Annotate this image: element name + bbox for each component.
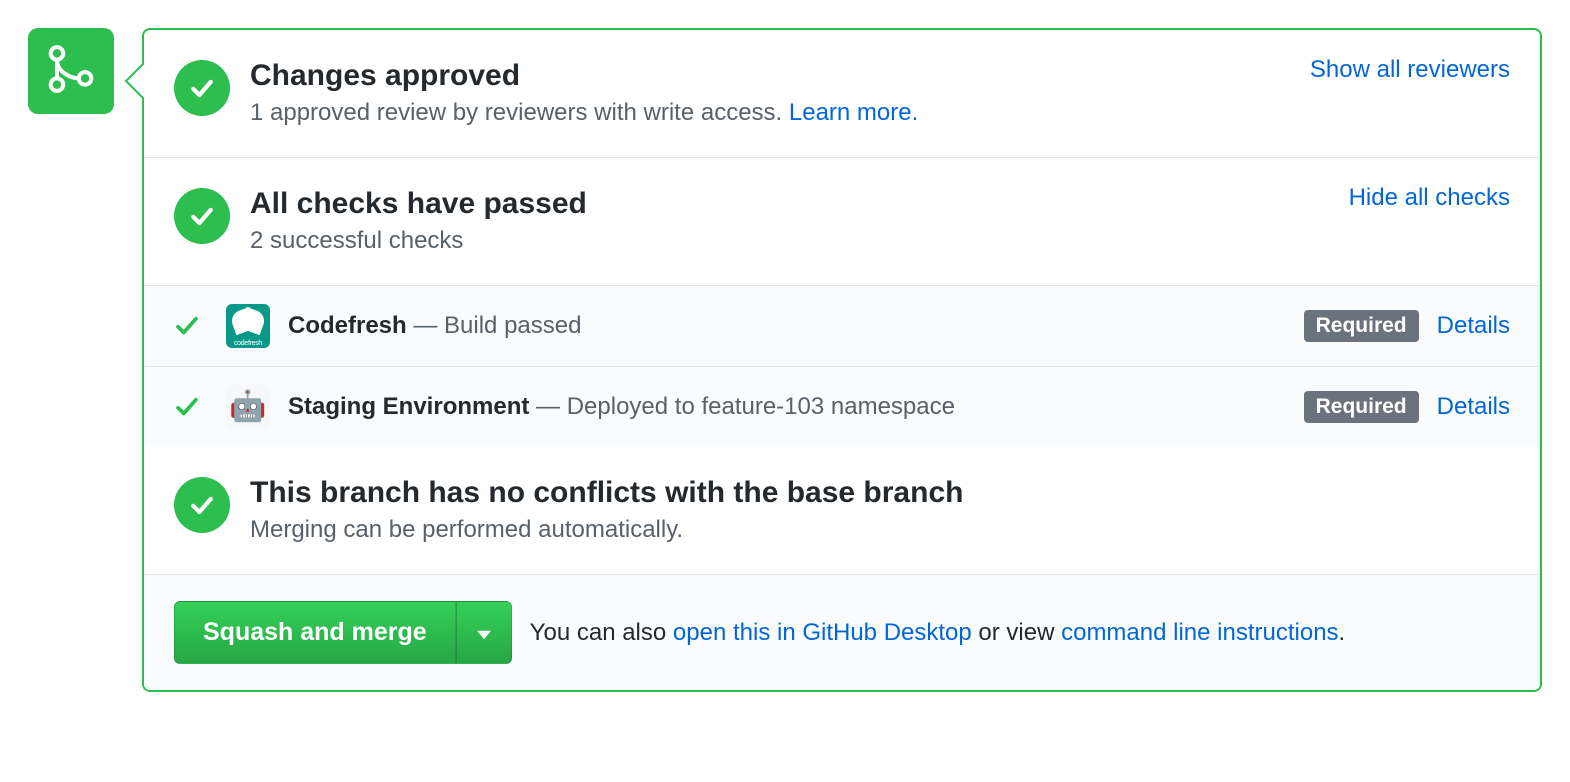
merge-dropdown-button[interactable] [456, 601, 512, 664]
check-status: Deployed to feature-103 namespace [567, 393, 955, 420]
conflicts-section: This branch has no conflicts with the ba… [144, 447, 1540, 574]
checks-title: All checks have passed [250, 184, 1510, 223]
conflicts-subtitle: Merging can be performed automatically. [250, 516, 1510, 544]
checks-list: Codefresh — Build passed Required Detail… [144, 285, 1540, 447]
squash-and-merge-button[interactable]: Squash and merge [174, 601, 456, 664]
check-details-link[interactable]: Details [1437, 312, 1510, 340]
conflicts-title: This branch has no conflicts with the ba… [250, 473, 1510, 512]
merge-panel: Changes approved 1 approved review by re… [142, 28, 1542, 692]
check-row: 🤖 Staging Environment — Deployed to feat… [144, 366, 1540, 447]
robot-avatar-icon: 🤖 [226, 385, 270, 429]
approved-section: Changes approved 1 approved review by re… [144, 30, 1540, 157]
chevron-down-icon [477, 618, 491, 646]
check-row: Codefresh — Build passed Required Detail… [144, 286, 1540, 366]
checks-subtitle: 2 successful checks [250, 227, 1510, 255]
learn-more-link[interactable]: Learn more. [789, 99, 918, 126]
merge-button-group: Squash and merge [174, 601, 512, 664]
required-badge: Required [1304, 391, 1419, 423]
hide-all-checks-link[interactable]: Hide all checks [1349, 184, 1510, 212]
check-name: Codefresh [288, 312, 407, 339]
check-status: Build passed [444, 312, 581, 339]
git-merge-icon [46, 42, 96, 101]
merge-footer: Squash and merge You can also open this … [144, 574, 1540, 690]
command-line-instructions-link[interactable]: command line instructions [1061, 619, 1338, 646]
checks-section: All checks have passed 2 successful chec… [144, 157, 1540, 285]
status-success-icon [174, 60, 230, 116]
check-success-icon [174, 394, 204, 420]
footer-text: You can also open this in GitHub Desktop… [530, 619, 1346, 647]
status-success-icon [174, 188, 230, 244]
approved-subtitle: 1 approved review by reviewers with writ… [250, 99, 1510, 127]
codefresh-avatar-icon [226, 304, 270, 348]
required-badge: Required [1304, 310, 1419, 342]
status-success-icon [174, 477, 230, 533]
open-github-desktop-link[interactable]: open this in GitHub Desktop [673, 619, 972, 646]
check-name: Staging Environment [288, 393, 529, 420]
check-success-icon [174, 313, 204, 339]
check-details-link[interactable]: Details [1437, 393, 1510, 421]
merge-badge [28, 28, 114, 114]
show-all-reviewers-link[interactable]: Show all reviewers [1310, 56, 1510, 84]
